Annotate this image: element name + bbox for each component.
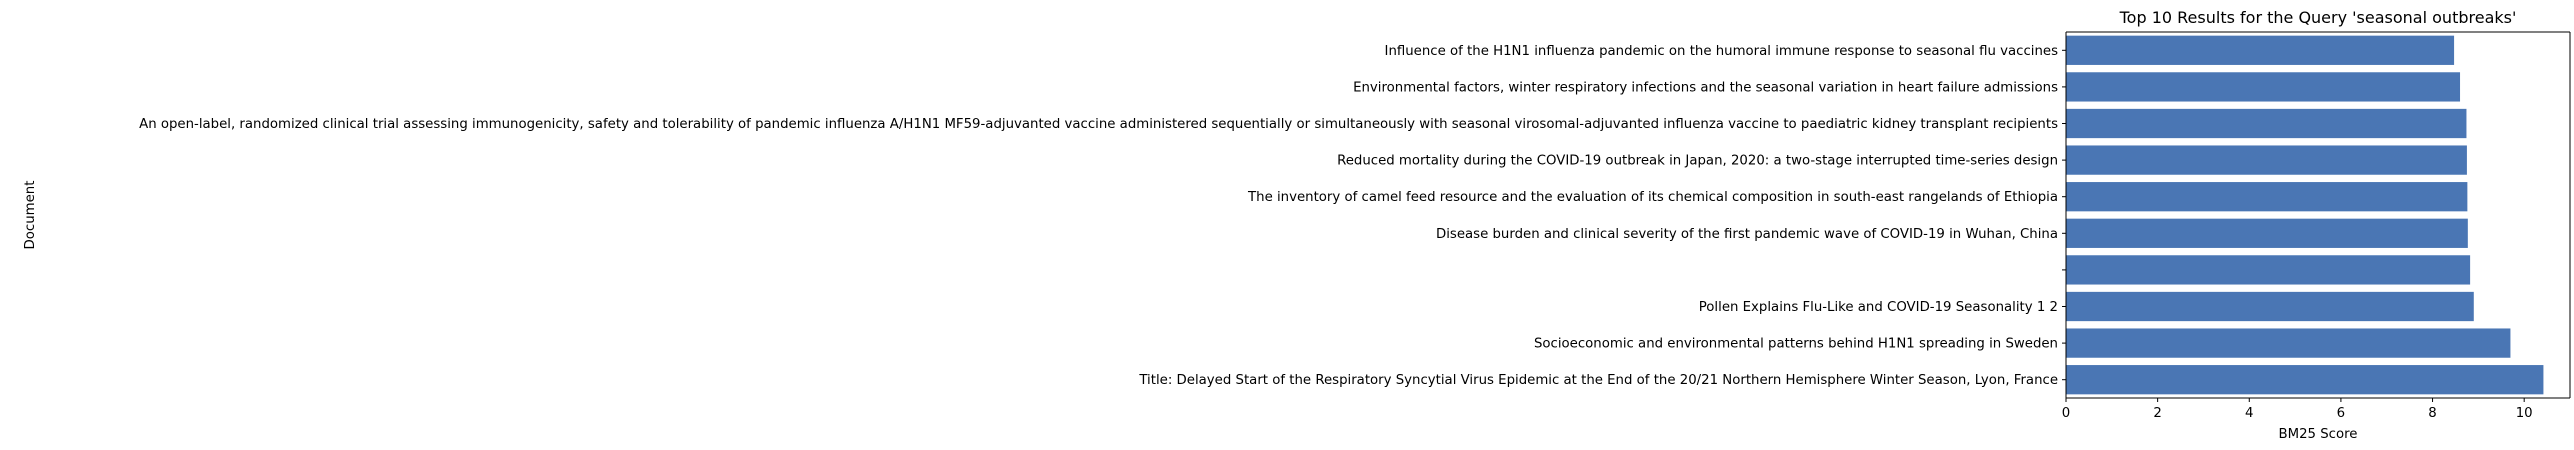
bar-7 <box>2066 145 2467 175</box>
y-tick-label-10: Influence of the H1N1 influenza pandemic… <box>1385 44 2059 59</box>
y-tick-label-8: An open-label, randomized clinical trial… <box>139 117 2058 132</box>
x-tick-label-6: 10 <box>2516 406 2533 421</box>
bar-4 <box>2066 255 2471 285</box>
x-axis-label: BM25 Score <box>2279 427 2358 442</box>
y-tick-label-7: Reduced mortality during the COVID-19 ou… <box>1337 154 2058 169</box>
x-tick-label-1: 0 <box>2062 406 2070 421</box>
bar-1 <box>2066 365 2544 395</box>
y-tick-label-1: Title: Delayed Start of the Respiratory … <box>1138 373 2058 388</box>
y-tick-label-3: Pollen Explains Flu-Like and COVID-19 Se… <box>1699 300 2058 315</box>
y-tick-label-9: Environmental factors, winter respirator… <box>1353 80 2058 95</box>
bar-8 <box>2066 108 2467 139</box>
bar-10 <box>2066 35 2455 65</box>
y-tick-label-5: Disease burden and clinical severity of … <box>1436 227 2058 242</box>
x-tick-label-4: 6 <box>2337 406 2345 421</box>
y-tick-label-2: Socioeconomic and environmental patterns… <box>1534 337 2058 352</box>
bar-5 <box>2066 218 2468 248</box>
bar-9 <box>2066 72 2461 102</box>
bm25-bar-chart: Top 10 Results for the Query 'seasonal o… <box>0 0 2574 450</box>
x-tick-label-2: 2 <box>2153 406 2161 421</box>
y-tick-label-6: The inventory of camel feed resource and… <box>1247 190 2058 205</box>
bar-2 <box>2066 328 2511 358</box>
chart-title: Top 10 Results for the Query 'seasonal o… <box>2119 8 2517 27</box>
x-tick-label-3: 4 <box>2245 406 2253 421</box>
bar-6 <box>2066 182 2468 212</box>
y-axis-label: Document <box>23 181 38 250</box>
bar-3 <box>2066 291 2474 322</box>
x-tick-label-5: 8 <box>2428 406 2436 421</box>
chart-container: Top 10 Results for the Query 'seasonal o… <box>0 0 2574 450</box>
